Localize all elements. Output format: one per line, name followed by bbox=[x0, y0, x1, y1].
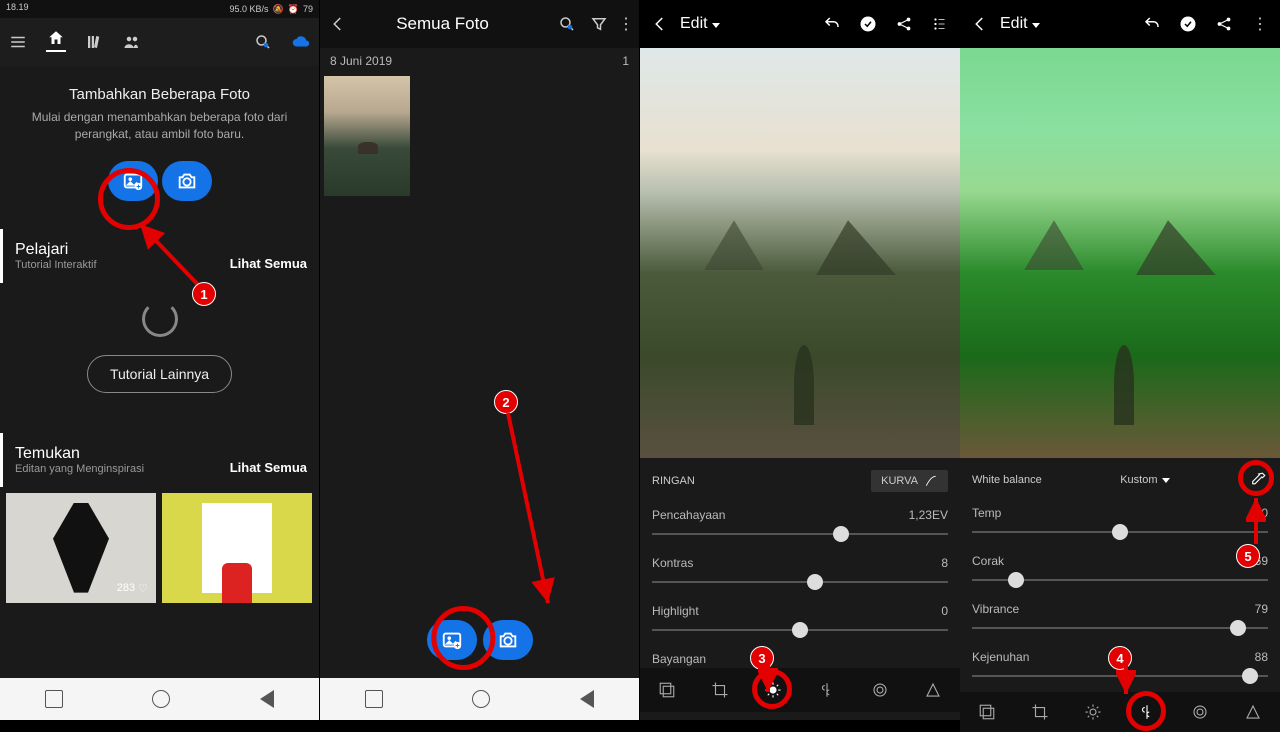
contrast-slider[interactable] bbox=[652, 574, 948, 590]
undo-icon[interactable] bbox=[1142, 14, 1162, 34]
home-button[interactable] bbox=[152, 690, 170, 708]
vibrance-label: Vibrance bbox=[972, 602, 1019, 616]
highlight-label: Highlight bbox=[652, 604, 699, 618]
people-tab-icon[interactable] bbox=[122, 32, 142, 52]
loading-spinner bbox=[142, 301, 178, 337]
exposure-label: Pencahayaan bbox=[652, 508, 725, 522]
annotation-circle-1 bbox=[98, 168, 160, 230]
wb-dropdown[interactable]: Kustom bbox=[1120, 474, 1169, 486]
highlight-slider[interactable] bbox=[652, 622, 948, 638]
search-icon[interactable] bbox=[557, 14, 577, 34]
like-count: 283 bbox=[117, 582, 135, 594]
home-button[interactable] bbox=[472, 690, 490, 708]
saturation-label: Kejenuhan bbox=[972, 650, 1029, 664]
tint-label: Corak bbox=[972, 554, 1004, 568]
back-button[interactable] bbox=[260, 690, 274, 708]
learn-see-all[interactable]: Lihat Semua bbox=[230, 256, 307, 271]
photo-date: 8 Juni 2019 bbox=[330, 54, 392, 68]
annotation-circle-3 bbox=[752, 669, 792, 709]
more-tutorials-button[interactable]: Tutorial Lainnya bbox=[87, 355, 232, 393]
discover-item[interactable]: 283 ♡ bbox=[6, 493, 156, 603]
exposure-slider[interactable] bbox=[652, 526, 948, 542]
photo-thumbnail[interactable] bbox=[324, 76, 410, 196]
vibrance-slider[interactable] bbox=[972, 620, 1268, 636]
temp-value: 0 bbox=[1261, 506, 1268, 520]
edit-color-panel: Edit ⋮ White balance Kustom Temp0 Corak-… bbox=[960, 0, 1280, 720]
system-nav-bar bbox=[320, 678, 639, 720]
undo-icon[interactable] bbox=[822, 14, 842, 34]
back-icon[interactable] bbox=[650, 14, 670, 34]
add-photos-title: Tambahkan Beberapa Foto bbox=[12, 86, 307, 103]
all-photos-title: Semua Foto bbox=[340, 14, 545, 34]
edit-dropdown[interactable]: Edit bbox=[680, 15, 720, 33]
camera-button[interactable] bbox=[162, 161, 212, 201]
learn-sub: Tutorial Interaktif bbox=[15, 259, 97, 271]
discover-sub: Editan yang Menginspirasi bbox=[15, 463, 144, 475]
discover-item[interactable] bbox=[162, 493, 312, 603]
temp-label: Temp bbox=[972, 506, 1001, 520]
contrast-label: Kontras bbox=[652, 556, 693, 570]
settings-icon[interactable] bbox=[930, 14, 950, 34]
exposure-value: 1,23EV bbox=[909, 508, 948, 522]
more-icon[interactable]: ⋮ bbox=[1250, 14, 1270, 34]
temp-slider[interactable] bbox=[972, 524, 1268, 540]
discover-see-all[interactable]: Lihat Semua bbox=[230, 460, 307, 475]
learn-heading: Pelajari bbox=[15, 241, 97, 259]
library-tab-icon[interactable] bbox=[84, 32, 104, 52]
annotation-badge-1: 1 bbox=[192, 282, 216, 306]
annotation-badge-2: 2 bbox=[494, 390, 518, 414]
all-photos-panel: Semua Foto ⋮ 8 Juni 2019 1 2 bbox=[320, 0, 640, 720]
light-tool-icon[interactable] bbox=[762, 679, 784, 701]
recent-apps-button[interactable] bbox=[365, 690, 383, 708]
annotation-badge-4: 4 bbox=[1108, 646, 1132, 670]
wb-label: White balance bbox=[972, 474, 1042, 486]
cloud-icon[interactable] bbox=[291, 32, 311, 52]
tint-slider[interactable] bbox=[972, 572, 1268, 588]
annotation-circle-5 bbox=[1238, 460, 1274, 496]
crop-icon[interactable] bbox=[709, 679, 731, 701]
annotation-badge-5: 5 bbox=[1236, 544, 1260, 568]
curve-button[interactable]: KURVA bbox=[871, 470, 948, 492]
edit-dropdown[interactable]: Edit bbox=[1000, 15, 1040, 33]
presets-icon[interactable] bbox=[656, 679, 678, 701]
share-icon[interactable] bbox=[1214, 14, 1234, 34]
color-icon[interactable] bbox=[816, 679, 838, 701]
confirm-icon[interactable] bbox=[1178, 14, 1198, 34]
back-icon[interactable] bbox=[970, 14, 990, 34]
discover-heading: Temukan bbox=[15, 445, 144, 463]
filter-icon[interactable] bbox=[589, 14, 609, 34]
saturation-slider[interactable] bbox=[972, 668, 1268, 684]
status-time: 18.19 bbox=[6, 2, 29, 16]
home-tab-icon[interactable] bbox=[46, 32, 66, 52]
add-photos-subtitle: Mulai dengan menambahkan beberapa foto d… bbox=[12, 109, 307, 143]
home-topnav bbox=[0, 18, 319, 66]
saturation-value: 88 bbox=[1255, 650, 1268, 664]
status-battery: 79 bbox=[303, 4, 313, 14]
edit-light-panel: Edit RINGAN KURVA Pencahayaan 1,23EV Kont… bbox=[640, 0, 960, 720]
menu-icon[interactable] bbox=[8, 32, 28, 52]
back-button[interactable] bbox=[580, 690, 594, 708]
annotation-circle-4 bbox=[1126, 691, 1166, 731]
search-icon[interactable] bbox=[253, 32, 273, 52]
photo-count: 1 bbox=[622, 54, 629, 68]
confirm-icon[interactable] bbox=[858, 14, 878, 34]
annotation-badge-3: 3 bbox=[750, 646, 774, 670]
system-nav-bar bbox=[0, 678, 319, 720]
contrast-value: 8 bbox=[941, 556, 948, 570]
status-bar: 18.19 95.0 KB/s 🔕⏰ 79 bbox=[0, 0, 319, 18]
annotation-circle-2 bbox=[431, 606, 495, 670]
share-icon[interactable] bbox=[894, 14, 914, 34]
status-net: 95.0 KB/s bbox=[230, 4, 269, 14]
recent-apps-button[interactable] bbox=[45, 690, 63, 708]
shadow-label: Bayangan bbox=[652, 652, 706, 666]
detail-icon[interactable] bbox=[922, 679, 944, 701]
home-panel: 18.19 95.0 KB/s 🔕⏰ 79 Tambahkan Beberapa… bbox=[0, 0, 320, 720]
eyedropper-icon[interactable] bbox=[1248, 470, 1268, 490]
light-section-label: RINGAN bbox=[652, 475, 695, 487]
effects-icon[interactable] bbox=[869, 679, 891, 701]
vibrance-value: 79 bbox=[1255, 602, 1268, 616]
highlight-value: 0 bbox=[941, 604, 948, 618]
more-icon[interactable]: ⋮ bbox=[621, 14, 631, 34]
